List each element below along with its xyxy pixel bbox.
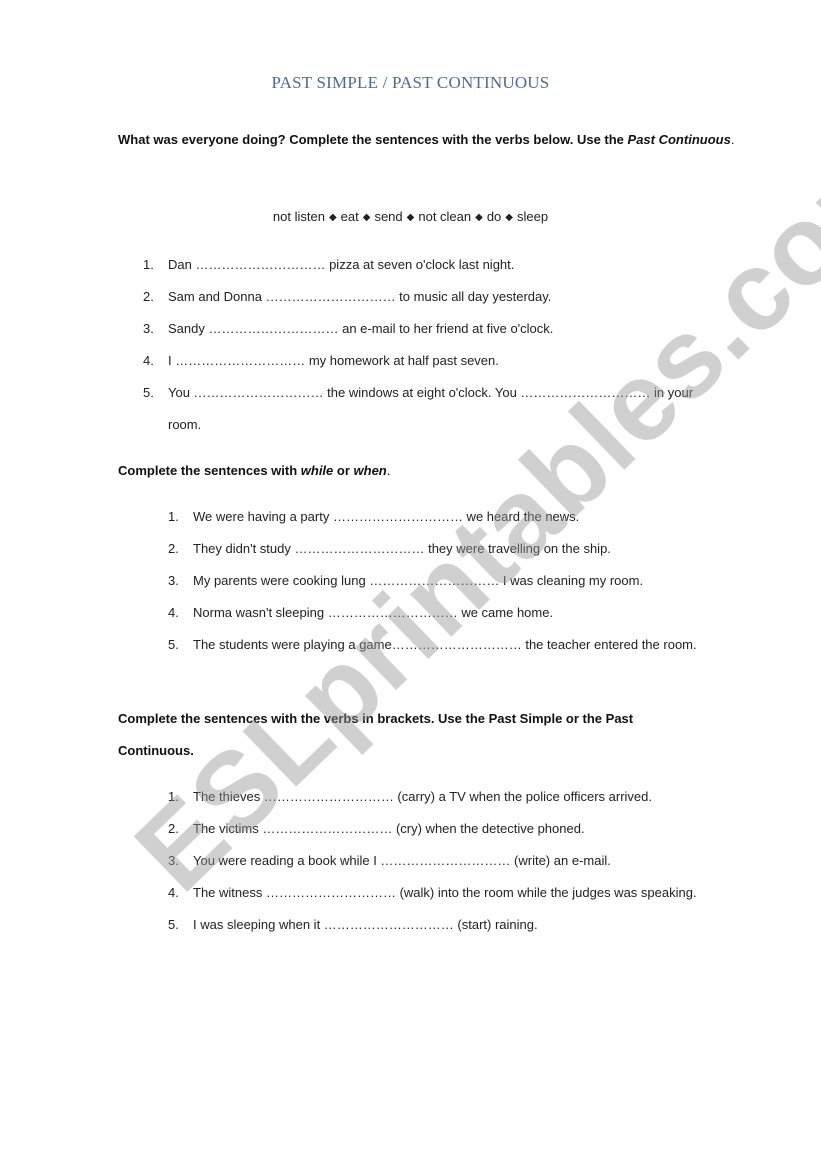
item-text: Sam and Donna ………………………… to music all da… (168, 289, 552, 304)
exercise-item: 4. Norma wasn't sleeping ………………………… we ca… (168, 597, 758, 629)
word-bank: not listen ◆ eat ◆ send ◆ not clean ◆ do ◆ sleep (0, 209, 821, 224)
item-text: The witness ………………………… (walk) into the r… (193, 885, 697, 900)
item-number: 5. (143, 385, 154, 400)
item-text: Sandy ………………………… an e-mail to her friend… (168, 321, 554, 336)
word-bank-item: not clean (418, 209, 472, 224)
item-text-continuation: room. (168, 417, 202, 432)
section2-instruction: Complete the sentences with while or whe… (118, 455, 750, 487)
exercise-item: 4. I ………………………… my homework at half past … (143, 345, 753, 377)
exercise-item: 4. The witness ………………………… (walk) into the… (168, 877, 758, 909)
item-number: 1. (168, 509, 179, 524)
exercise-item: 2. They didn't study ………………………… they were… (168, 533, 758, 565)
diamond-separator-icon: ◆ (406, 212, 415, 223)
item-number: 3. (143, 321, 154, 336)
keyword-when: when (353, 463, 387, 478)
item-number: 4. (168, 885, 179, 900)
item-text: Norma wasn't sleeping ………………………… we came… (193, 605, 554, 620)
item-text: The victims ………………………… (cry) when the de… (193, 821, 585, 836)
exercise-item: 1. We were having a party ………………………… we h… (168, 501, 758, 533)
item-text: You ………………………… the windows at eight o'cl… (168, 385, 694, 400)
item-text: I ………………………… my homework at half past se… (168, 353, 499, 368)
word-bank-item: eat (340, 209, 359, 224)
word-bank-item: send (374, 209, 403, 224)
section2-instruction-text: Complete the sentences with (118, 463, 301, 478)
exercise-item: 2. The victims ………………………… (cry) when the … (168, 813, 758, 845)
item-number: 1. (168, 789, 179, 804)
section3-exercise-list: 1. The thieves ………………………… (carry) a TV wh… (168, 781, 758, 941)
section2-instruction-end: . (386, 463, 391, 478)
section2-instruction-or: or (333, 463, 354, 478)
page-title: PAST SIMPLE / PAST CONTINUOUS (271, 73, 550, 92)
item-number: 5. (168, 917, 179, 932)
section3-instruction-line2: Continuous. (118, 743, 194, 758)
item-text: The thieves ………………………… (carry) a TV when… (193, 789, 652, 804)
item-text: Dan ………………………… pizza at seven o'clock la… (168, 257, 515, 272)
section1-instruction: What was everyone doing? Complete the se… (118, 124, 750, 156)
item-number: 4. (168, 605, 179, 620)
diamond-separator-icon: ◆ (475, 212, 483, 223)
section1-instruction-text: What was everyone doing? Complete the se… (118, 132, 628, 147)
section3-instruction-line1: Complete the sentences with the verbs in… (118, 711, 634, 726)
word-bank-item: do (486, 209, 502, 224)
item-number: 3. (168, 853, 179, 868)
diamond-separator-icon: ◆ (328, 212, 337, 223)
item-number: 4. (143, 353, 154, 368)
item-number: 3. (168, 573, 179, 588)
item-text: You were reading a book while I ……………………… (193, 853, 611, 868)
item-number: 2. (143, 289, 154, 304)
exercise-item: 5. I was sleeping when it ………………………… (sta… (168, 909, 758, 941)
keyword-while: while (300, 463, 334, 478)
worksheet-page: PAST SIMPLE / PAST CONTINUOUS What was e… (0, 0, 821, 1169)
item-number: 5. (168, 637, 179, 652)
word-bank-item: sleep (517, 209, 549, 224)
exercise-item: 2. Sam and Donna ………………………… to music all … (143, 281, 753, 313)
exercise-item: 3. My parents were cooking lung ………………………… (168, 565, 758, 597)
exercise-item: 1. Dan ………………………… pizza at seven o'clock … (143, 249, 753, 281)
item-number: 1. (143, 257, 154, 272)
item-text: We were having a party ………………………… we hea… (193, 509, 580, 524)
section2-exercise-list: 1. We were having a party ………………………… we h… (168, 501, 758, 661)
exercise-item: 5. You ………………………… the windows at eight o'… (143, 377, 753, 432)
item-text: They didn't study ………………………… they were t… (193, 541, 611, 556)
item-number: 2. (168, 821, 179, 836)
diamond-separator-icon: ◆ (505, 212, 513, 223)
exercise-item: 3. Sandy ………………………… an e-mail to her frie… (143, 313, 753, 345)
exercise-item: 3. You were reading a book while I ………………… (168, 845, 758, 877)
diamond-separator-icon: ◆ (362, 212, 371, 223)
item-number: 2. (168, 541, 179, 556)
section1-instruction-italic: Past Continuous (627, 132, 731, 147)
item-text: I was sleeping when it ………………………… (start… (193, 917, 538, 932)
item-text: The students were playing a game……………………… (193, 637, 697, 652)
exercise-item: 1. The thieves ………………………… (carry) a TV wh… (168, 781, 758, 813)
section3-instruction: Complete the sentences with the verbs in… (118, 703, 750, 767)
exercise-item: 5. The students were playing a game………………… (168, 629, 758, 661)
word-bank-item: not listen (272, 209, 325, 224)
item-text: My parents were cooking lung ………………………… … (193, 573, 644, 588)
section1-exercise-list: 1. Dan ………………………… pizza at seven o'clock … (143, 249, 753, 432)
section1-instruction-end: . (730, 132, 735, 147)
